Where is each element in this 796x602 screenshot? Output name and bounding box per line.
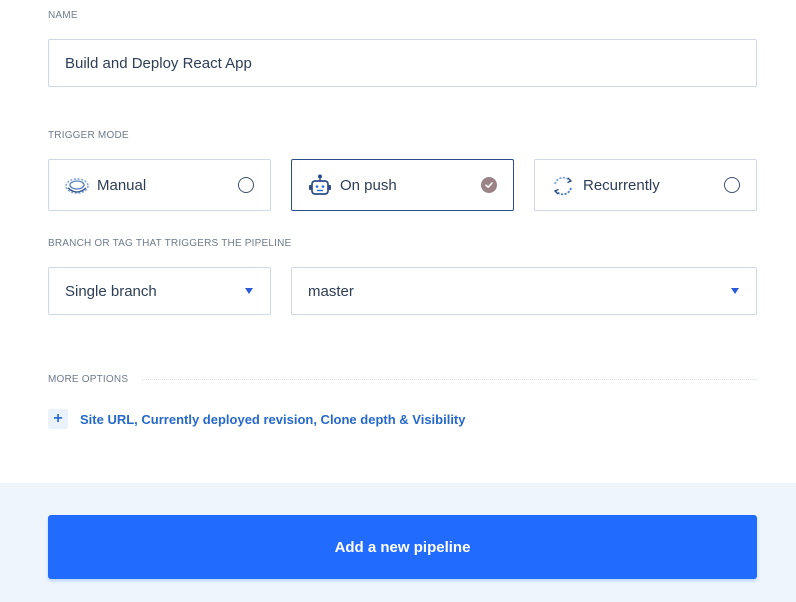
trigger-option-manual[interactable]: Manual bbox=[48, 159, 271, 211]
more-options-link-text: Site URL, Currently deployed revision, C… bbox=[80, 411, 466, 427]
trigger-option-recurrently[interactable]: Recurrently bbox=[534, 159, 757, 211]
branch-scope-value: Single branch bbox=[65, 282, 157, 300]
branch-name-value: master bbox=[308, 282, 354, 300]
recurring-icon bbox=[550, 173, 576, 199]
checkmark-icon bbox=[485, 182, 493, 188]
manual-radio[interactable] bbox=[238, 177, 254, 193]
pipeline-name-value: Build and Deploy React App bbox=[65, 54, 252, 72]
on-push-radio[interactable] bbox=[481, 177, 497, 193]
more-options-label: MORE OPTIONS bbox=[48, 374, 129, 385]
branch-section-label: BRANCH OR TAG THAT TRIGGERS THE PIPELINE bbox=[48, 238, 292, 249]
robot-icon bbox=[307, 173, 333, 199]
plus-icon: + bbox=[48, 409, 68, 429]
chevron-down-icon bbox=[731, 288, 739, 294]
branch-scope-select[interactable]: Single branch bbox=[48, 267, 271, 315]
name-section-label: NAME bbox=[48, 10, 78, 21]
pipeline-form: NAME Build and Deploy React App TRIGGER … bbox=[0, 0, 796, 602]
trigger-mode-label: TRIGGER MODE bbox=[48, 130, 129, 141]
add-pipeline-button[interactable]: Add a new pipeline bbox=[48, 515, 757, 579]
trigger-option-label: On push bbox=[340, 176, 397, 194]
branch-name-select[interactable]: master bbox=[291, 267, 757, 315]
trigger-option-label: Recurrently bbox=[583, 176, 660, 194]
trigger-option-label: Manual bbox=[97, 176, 147, 194]
manual-icon bbox=[64, 173, 90, 199]
more-options-expand-link[interactable]: + Site URL, Currently deployed revision,… bbox=[48, 409, 466, 429]
recurrently-radio[interactable] bbox=[724, 177, 740, 193]
more-options-divider bbox=[142, 379, 757, 380]
trigger-option-on-push[interactable]: On push bbox=[291, 159, 514, 211]
chevron-down-icon bbox=[245, 288, 253, 294]
pipeline-name-input[interactable]: Build and Deploy React App bbox=[48, 39, 757, 87]
